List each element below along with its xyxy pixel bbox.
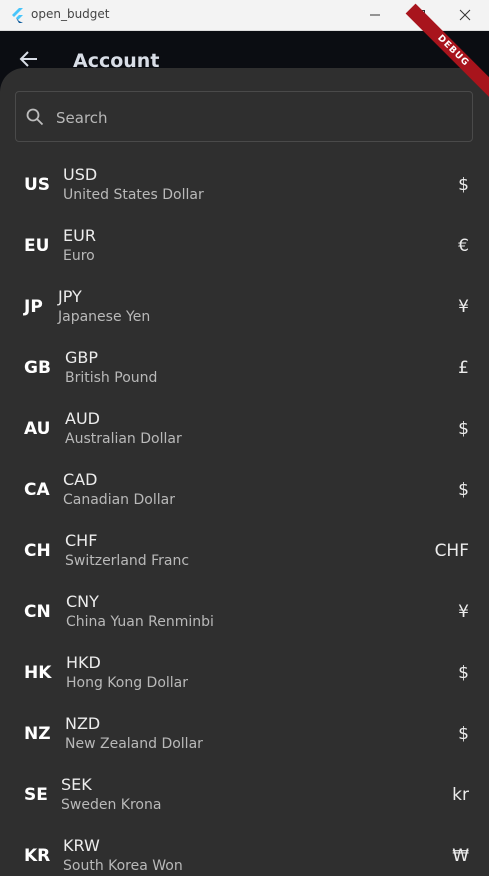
country-code: JP <box>24 297 43 317</box>
currency-item-jpy[interactable]: JP JPY Japanese Yen ¥ <box>0 278 489 339</box>
currency-code: USD <box>63 165 98 184</box>
currency-name: Sweden Krona <box>61 797 162 813</box>
search-icon <box>26 108 44 126</box>
currency-code: GBP <box>65 348 99 367</box>
close-icon <box>459 9 471 21</box>
currency-item-chf[interactable]: CH CHF Switzerland Franc CHF <box>0 522 489 583</box>
currency-item-eur[interactable]: EU EUR Euro € <box>0 217 489 278</box>
app-window: open_budget Account DEBUG Search US USD … <box>0 0 489 876</box>
country-code: KR <box>24 846 51 866</box>
currency-item-krw[interactable]: KR KRW South Korea Won ₩ <box>0 827 489 876</box>
currency-code: AUD <box>65 409 100 428</box>
currency-item-cny[interactable]: CN CNY China Yuan Renminbi ¥ <box>0 583 489 644</box>
currency-symbol: CHF <box>434 541 469 561</box>
currency-name: British Pound <box>65 370 158 386</box>
currency-symbol: £ <box>458 358 469 378</box>
currency-name: Switzerland Franc <box>65 553 190 569</box>
currency-code: JPY <box>58 287 82 306</box>
currency-code: CAD <box>63 470 98 489</box>
currency-item-usd[interactable]: US USD United States Dollar $ <box>0 156 489 217</box>
currency-code: CNY <box>66 592 99 611</box>
currency-name: Euro <box>63 248 95 264</box>
currency-item-gbp[interactable]: GB GBP British Pound £ <box>0 339 489 400</box>
country-code: SE <box>24 785 48 805</box>
close-button[interactable] <box>442 0 488 30</box>
country-code: HK <box>24 663 52 683</box>
currency-symbol: $ <box>458 480 469 500</box>
country-code: US <box>24 175 51 195</box>
currency-name: New Zealand Dollar <box>65 736 203 752</box>
currency-code: KRW <box>63 836 100 855</box>
currency-item-aud[interactable]: AU AUD Australian Dollar $ <box>0 400 489 461</box>
currency-name: South Korea Won <box>63 858 183 874</box>
currency-picker-sheet: US USD United States Dollar $ EU EUR Eur… <box>0 68 489 876</box>
currency-item-sek[interactable]: SE SEK Sweden Krona kr <box>0 766 489 827</box>
currency-symbol: € <box>458 236 469 256</box>
country-code: NZ <box>24 724 51 744</box>
currency-name: Hong Kong Dollar <box>66 675 189 691</box>
country-code: AU <box>24 419 51 439</box>
country-code: EU <box>24 236 50 256</box>
currency-symbol: $ <box>458 663 469 683</box>
search-input[interactable] <box>54 92 458 143</box>
currency-item-cad[interactable]: CA CAD Canadian Dollar $ <box>0 461 489 522</box>
currency-code: NZD <box>65 714 101 733</box>
country-code: CH <box>24 541 51 561</box>
currency-name: Japanese Yen <box>58 309 151 325</box>
minimize-button[interactable] <box>352 0 398 30</box>
minimize-icon <box>370 14 380 16</box>
currency-code: HKD <box>66 653 101 672</box>
currency-name: Canadian Dollar <box>63 492 175 508</box>
currency-symbol: ¥ <box>458 602 469 622</box>
currency-symbol: $ <box>458 724 469 744</box>
country-code: CN <box>24 602 51 622</box>
currency-symbol: $ <box>458 175 469 195</box>
currency-name: Australian Dollar <box>65 431 182 447</box>
currency-symbol: ₩ <box>452 846 469 866</box>
currency-name: China Yuan Renminbi <box>66 614 214 630</box>
currency-list: US USD United States Dollar $ EU EUR Eur… <box>0 156 489 876</box>
currency-name: United States Dollar <box>63 187 204 203</box>
currency-symbol: ¥ <box>458 297 469 317</box>
currency-item-hkd[interactable]: HK HKD Hong Kong Dollar $ <box>0 644 489 705</box>
search-field[interactable] <box>15 91 473 143</box>
currency-code: SEK <box>61 775 92 794</box>
currency-symbol: $ <box>458 419 469 439</box>
back-arrow-icon[interactable] <box>19 49 39 69</box>
country-code: GB <box>24 358 51 378</box>
country-code: CA <box>24 480 50 500</box>
currency-code: EUR <box>63 226 96 245</box>
currency-symbol: kr <box>452 785 469 805</box>
currency-item-nzd[interactable]: NZ NZD New Zealand Dollar $ <box>0 705 489 766</box>
flutter-logo-icon <box>12 8 23 23</box>
currency-code: CHF <box>65 531 98 550</box>
window-title: open_budget <box>31 7 110 21</box>
